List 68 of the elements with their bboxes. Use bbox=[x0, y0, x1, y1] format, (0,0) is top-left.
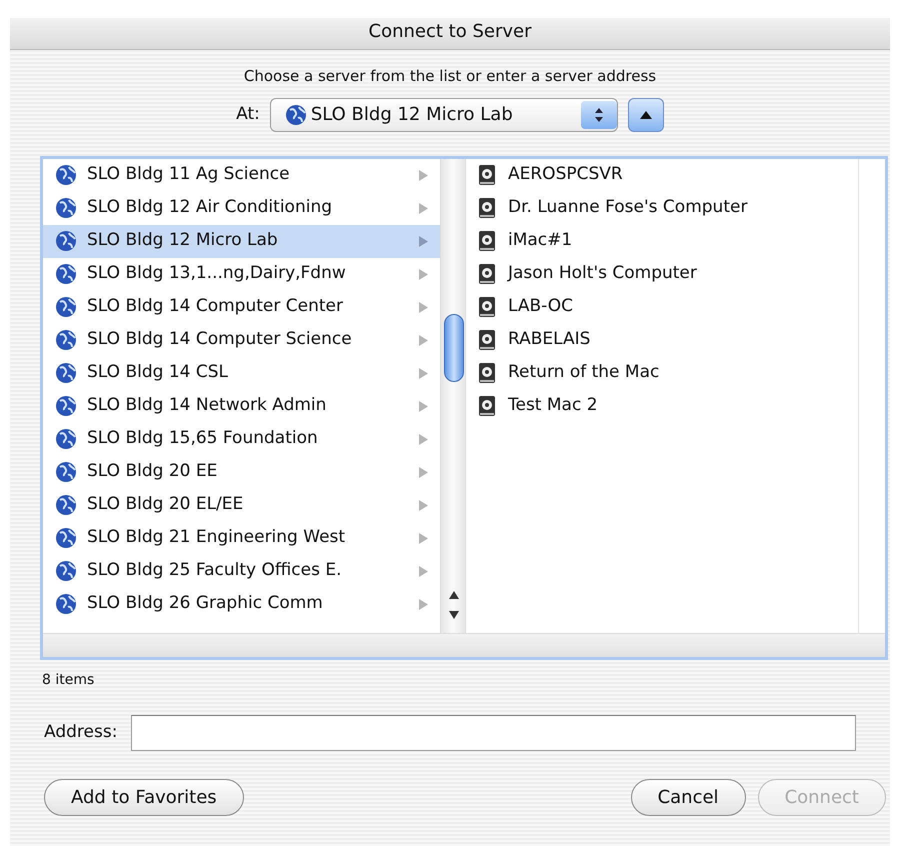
horizontal-scrollbar[interactable] bbox=[43, 632, 885, 656]
disclosure-triangle-icon bbox=[419, 368, 428, 378]
computer-name[interactable]: RABELAIS bbox=[508, 327, 590, 353]
disclosure-triangle-icon bbox=[419, 598, 428, 610]
computer-name[interactable]: iMac#1 bbox=[508, 228, 572, 254]
collapse-button[interactable] bbox=[628, 98, 664, 132]
server-row[interactable]: SLO Bldg 12 Air Conditioning bbox=[43, 192, 440, 224]
computer-name[interactable]: Dr. Luanne Fose's Computer bbox=[508, 195, 748, 221]
stepper-arrows-icon bbox=[580, 100, 617, 128]
instruction-text: Choose a server from the list or enter a server address bbox=[242, 66, 658, 87]
globe-icon bbox=[55, 296, 77, 318]
globe-icon bbox=[55, 230, 77, 252]
location-popup[interactable]: SLO Bldg 12 Micro Lab bbox=[270, 98, 618, 132]
dialog-button[interactable]: Add to Favorites bbox=[44, 778, 244, 816]
globe-icon bbox=[55, 461, 77, 483]
globe-icon bbox=[55, 164, 77, 186]
at-label: At: bbox=[236, 102, 260, 126]
disclosure-triangle-icon bbox=[419, 202, 428, 214]
server-row[interactable]: SLO Bldg 14 Network Admin bbox=[43, 390, 440, 422]
server-row[interactable]: SLO Bldg 13,1...ng,Dairy,Fdnw bbox=[43, 258, 440, 290]
server-row[interactable]: SLO Bldg 20 EL/EE bbox=[43, 488, 440, 522]
vertical-scrollbar[interactable] bbox=[440, 158, 466, 632]
computer-name[interactable]: Test Mac 2 bbox=[508, 393, 598, 419]
globe-icon bbox=[55, 329, 77, 351]
disclosure-triangle-icon bbox=[419, 400, 428, 412]
globe-icon bbox=[55, 593, 77, 615]
server-row[interactable]: SLO Bldg 26 Graphic Comm bbox=[43, 588, 440, 620]
globe-icon bbox=[284, 104, 307, 126]
server-row[interactable]: SLO Bldg 14 CSL bbox=[43, 356, 440, 390]
scroll-up-arrow-icon[interactable] bbox=[449, 590, 459, 598]
globe-icon bbox=[55, 527, 77, 549]
disclosure-triangle-icon bbox=[419, 466, 428, 478]
globe-icon bbox=[55, 362, 77, 384]
dialog-button[interactable]: Cancel bbox=[630, 778, 746, 816]
disclosure-triangle-icon bbox=[419, 532, 428, 544]
computer-name[interactable]: LAB-OC bbox=[508, 294, 574, 320]
globe-icon bbox=[55, 395, 77, 417]
computer-name[interactable]: Return of the Mac bbox=[508, 360, 660, 386]
window-title: Connect to Server bbox=[10, 18, 890, 50]
scroll-thumb[interactable] bbox=[444, 314, 464, 382]
globe-icon bbox=[55, 197, 77, 219]
globe-icon bbox=[55, 494, 77, 516]
computer-name[interactable]: AEROSPCSVR bbox=[508, 162, 623, 188]
globe-icon bbox=[55, 263, 77, 285]
server-row[interactable]: SLO Bldg 25 Faculty Offices E. bbox=[43, 554, 440, 588]
disclosure-triangle-icon bbox=[419, 268, 428, 280]
item-count: 8 items bbox=[42, 670, 96, 690]
globe-icon bbox=[55, 428, 77, 450]
globe-icon bbox=[55, 560, 77, 582]
up-triangle-icon bbox=[640, 110, 652, 118]
disclosure-triangle-icon bbox=[419, 500, 428, 510]
server-row[interactable]: SLO Bldg 11 Ag Science bbox=[43, 158, 440, 192]
server-row[interactable]: SLO Bldg 15,65 Foundation bbox=[43, 422, 440, 456]
server-row[interactable]: SLO Bldg 14 Computer Center bbox=[43, 290, 440, 324]
address-label: Address: bbox=[44, 720, 118, 744]
disclosure-triangle-icon bbox=[419, 302, 428, 312]
disclosure-triangle-icon bbox=[419, 236, 428, 246]
disclosure-triangle-icon bbox=[419, 434, 428, 444]
server-row[interactable]: SLO Bldg 20 EE bbox=[43, 456, 440, 488]
scroll-down-arrow-icon[interactable] bbox=[449, 610, 459, 618]
computer-name[interactable]: Jason Holt's Computer bbox=[508, 261, 697, 287]
disclosure-triangle-icon bbox=[419, 566, 428, 576]
disclosure-triangle-icon bbox=[419, 334, 428, 346]
disclosure-triangle-icon bbox=[419, 170, 428, 180]
address-field[interactable] bbox=[131, 714, 856, 750]
server-row[interactable]: SLO Bldg 21 Engineering West bbox=[43, 522, 440, 554]
server-row[interactable]: SLO Bldg 14 Computer Science bbox=[43, 324, 440, 356]
server-row[interactable]: SLO Bldg 12 Micro Lab bbox=[43, 224, 440, 258]
